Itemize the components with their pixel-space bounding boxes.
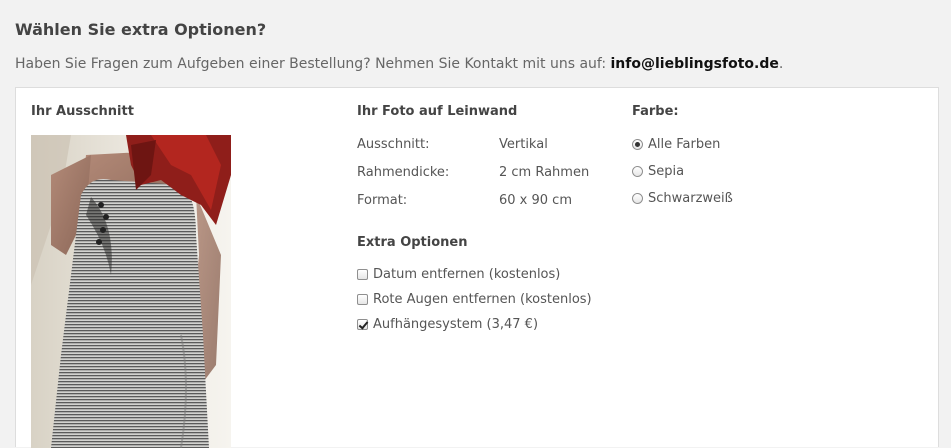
radio-button-sepia[interactable] [632,166,643,177]
color-option-schwarzweiss[interactable]: Schwarzweiß [632,191,733,206]
extra-option-rote-augen[interactable]: Rote Augen entfernen (kostenlos) [357,292,592,307]
photo-details-title: Ihr Foto auf Leinwand [357,104,518,119]
color-title: Farbe: [632,104,679,119]
spec-value-format: 60 x 90 cm [499,193,572,208]
spec-label-format: Format: [357,193,408,208]
checkbox-aufhaengesystem[interactable] [357,319,368,330]
contact-intro: Haben Sie Fragen zum Aufgeben einer Best… [15,56,783,72]
extra-option-label: Rote Augen entfernen (kostenlos) [373,292,592,307]
spec-value-ausschnitt: Vertikal [499,137,548,152]
extra-option-label: Aufhängesystem (3,47 €) [373,317,539,332]
checkbox-datum-entfernen[interactable] [357,269,368,280]
page-heading: Wählen Sie extra Optionen? [15,20,267,39]
radio-button-alle-farben[interactable] [632,139,643,150]
spec-label-ausschnitt: Ausschnitt: [357,137,430,152]
crop-title: Ihr Ausschnitt [31,104,134,119]
spec-label-rahmendicke: Rahmendicke: [357,165,450,180]
color-option-label: Sepia [648,164,685,179]
options-panel: Ihr Ausschnitt Ihr Foto auf Leinwand Aus… [15,87,939,448]
color-option-alle-farben[interactable]: Alle Farben [632,137,720,152]
checkbox-rote-augen[interactable] [357,294,368,305]
portrait-photo [31,135,231,448]
color-option-label: Schwarzweiß [648,191,733,206]
extra-option-label: Datum entfernen (kostenlos) [373,267,561,282]
radio-button-schwarzweiss[interactable] [632,193,643,204]
color-option-label: Alle Farben [648,137,721,152]
intro-end: . [778,56,784,72]
crop-preview-image [31,135,231,448]
intro-text: Haben Sie Fragen zum Aufgeben einer Best… [15,56,611,72]
extra-options-title: Extra Optionen [357,235,468,250]
contact-email-link[interactable]: info@lieblingsfoto.de [611,56,779,72]
extra-option-datum-entfernen[interactable]: Datum entfernen (kostenlos) [357,267,560,282]
extra-option-aufhaengesystem[interactable]: Aufhängesystem (3,47 €) [357,317,538,332]
spec-value-rahmendicke: 2 cm Rahmen [499,165,590,180]
color-option-sepia[interactable]: Sepia [632,164,684,179]
